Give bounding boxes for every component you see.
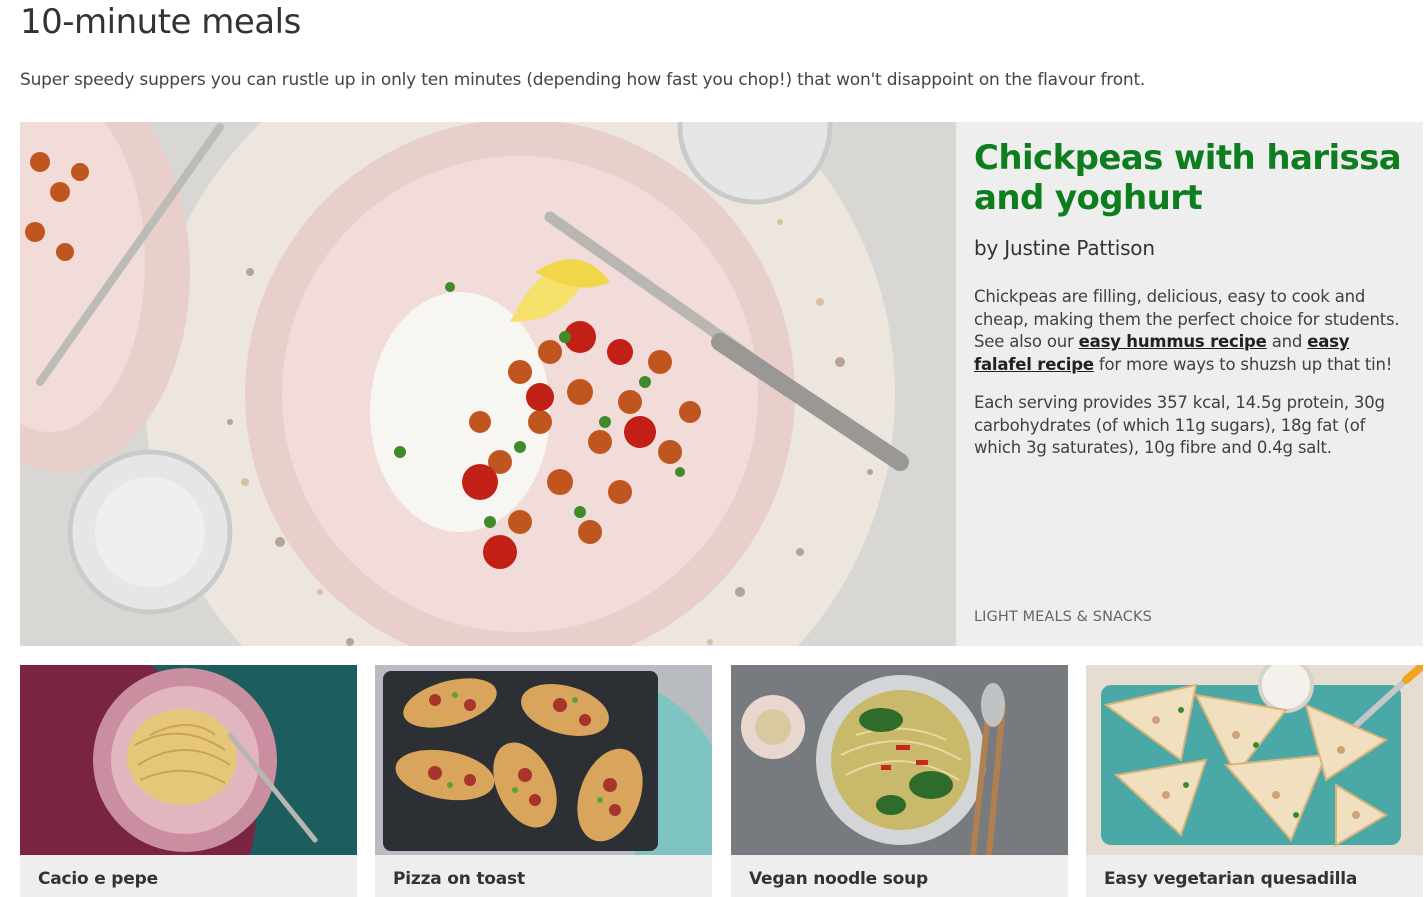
recipe-card-image[interactable] xyxy=(731,665,1068,855)
featured-recipe-image[interactable] xyxy=(20,122,956,646)
page-intro: Super speedy suppers you can rustle up i… xyxy=(20,70,1146,90)
description-text: for more ways to shuzsh up that tin! xyxy=(1093,354,1393,374)
recipe-card-image[interactable] xyxy=(375,665,712,855)
featured-recipe: Chickpeas with harissa and yoghurt by Ju… xyxy=(20,122,1423,646)
recipe-card-title[interactable]: Vegan noodle soup xyxy=(749,869,928,889)
recipe-card-title[interactable]: Pizza on toast xyxy=(393,869,525,889)
recipe-card[interactable]: Vegan noodle soup xyxy=(731,665,1068,897)
recipe-card-title[interactable]: Easy vegetarian quesadilla xyxy=(1104,869,1357,889)
featured-recipe-category[interactable]: LIGHT MEALS & SNACKS xyxy=(974,609,1152,625)
featured-recipe-nutrition: Each serving provides 357 kcal, 14.5g pr… xyxy=(974,393,1385,457)
description-text: and xyxy=(1266,332,1308,351)
featured-recipe-panel: Chickpeas with harissa and yoghurt by Ju… xyxy=(956,122,1423,646)
recipe-card[interactable]: Easy vegetarian quesadilla xyxy=(1086,665,1423,897)
recipe-card[interactable]: Cacio e pepe xyxy=(20,665,357,897)
recipe-card-list: Cacio e pepe Pizza on toast Vegan noodle… xyxy=(20,665,1423,897)
recipe-card-title[interactable]: Cacio e pepe xyxy=(38,869,158,889)
hummus-recipe-link[interactable]: easy hummus recipe xyxy=(1079,332,1267,351)
featured-recipe-author: by Justine Pattison xyxy=(974,236,1155,260)
featured-recipe-description: Chickpeas are filling, delicious, easy t… xyxy=(974,286,1405,376)
featured-recipe-title-link[interactable]: Chickpeas with harissa and yoghurt xyxy=(974,138,1405,218)
recipe-card-image[interactable] xyxy=(20,665,357,855)
page-title: 10-minute meals xyxy=(20,2,301,42)
recipe-card[interactable]: Pizza on toast xyxy=(375,665,712,897)
recipe-card-image[interactable] xyxy=(1086,665,1423,855)
